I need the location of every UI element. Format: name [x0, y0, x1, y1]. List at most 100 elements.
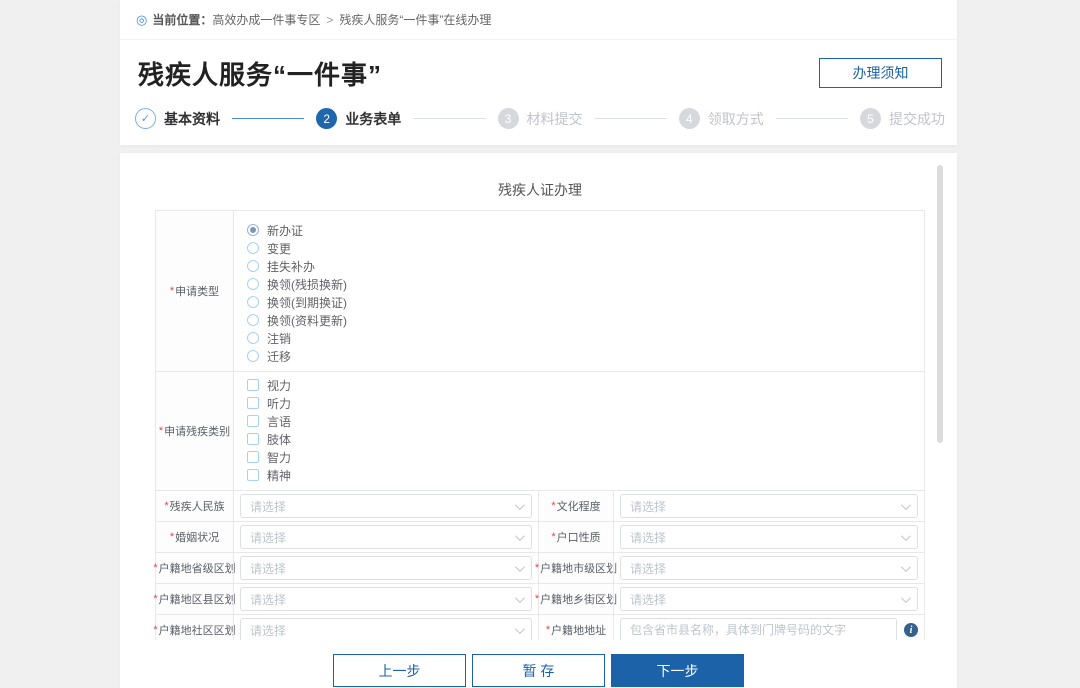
header: ◎ 当前位置： 高效办成一件事专区 > 残疾人服务“一件事”在线办理 残疾人服务… — [120, 0, 957, 145]
radio-option[interactable]: 新办证 — [247, 221, 924, 239]
marital-status-select[interactable]: 请选择 — [240, 525, 532, 549]
field-cell: 请选择 — [613, 491, 924, 521]
step-label: 提交成功 — [889, 109, 945, 129]
radio-option[interactable]: 变更 — [247, 239, 924, 257]
select-placeholder: 请选择 — [250, 529, 286, 546]
checkbox-label: 言语 — [267, 413, 291, 430]
form-table: * 申请类型 新办证 变更 挂失补办 换领(残损换新) 换领(到期换证) 换领(… — [155, 210, 925, 640]
field-label: *户籍地区县区划 — [156, 584, 233, 614]
radio-label: 迁移 — [267, 348, 291, 365]
page: ◎ 当前位置： 高效办成一件事专区 > 残疾人服务“一件事”在线办理 残疾人服务… — [0, 0, 1080, 688]
checkbox-option[interactable]: 肢体 — [247, 430, 924, 448]
field-cell: i — [613, 615, 924, 640]
form-panel: 残疾人证办理 * 申请类型 新办证 变更 挂失补办 — [120, 153, 957, 688]
step-number: 3 — [498, 108, 519, 129]
checkbox-option[interactable]: 听力 — [247, 394, 924, 412]
chevron-down-icon — [901, 531, 911, 541]
required-asterisk: * — [546, 624, 550, 636]
step-connector — [232, 118, 304, 119]
field-label: *户口性质 — [538, 522, 613, 552]
step-label: 基本资料 — [164, 109, 220, 129]
chevron-down-icon — [515, 593, 525, 603]
radio-option[interactable]: 迁移 — [247, 347, 924, 365]
province-select[interactable]: 请选择 — [240, 556, 532, 580]
field-cell: 请选择 — [233, 491, 538, 521]
radio-option[interactable]: 注销 — [247, 329, 924, 347]
step-number: 2 — [316, 108, 337, 129]
step-basic-info: ✓ 基本资料 — [135, 108, 220, 129]
street-select[interactable]: 请选择 — [620, 587, 918, 611]
required-asterisk: * — [159, 425, 163, 437]
step-label: 业务表单 — [345, 109, 401, 129]
radio-option[interactable]: 换领(资料更新) — [247, 311, 924, 329]
ethnicity-select[interactable]: 请选择 — [240, 494, 532, 518]
stepper: ✓ 基本资料 2 业务表单 3 材料提交 4 领取方式 — [120, 98, 957, 145]
address-input[interactable] — [620, 618, 897, 640]
breadcrumb: ◎ 当前位置： 高效办成一件事专区 > 残疾人服务“一件事”在线办理 — [120, 0, 957, 40]
info-icon[interactable]: i — [904, 623, 918, 637]
checkbox-option[interactable]: 言语 — [247, 412, 924, 430]
field-cell: 请选择 — [233, 584, 538, 614]
household-type-select[interactable]: 请选择 — [620, 525, 918, 549]
checkbox-option[interactable]: 精神 — [247, 466, 924, 484]
chevron-down-icon — [515, 531, 525, 541]
step-material-submit: 3 材料提交 — [498, 108, 583, 129]
select-placeholder: 请选择 — [630, 591, 666, 608]
field-label-text: 户籍地市级区划 — [540, 560, 617, 576]
step-pickup-method: 4 领取方式 — [679, 108, 764, 129]
form-row: *残疾人民族 请选择 *文化程度 请选择 — [156, 490, 924, 521]
field-label: * 申请类型 — [156, 211, 233, 371]
field-label: *户籍地省级区划 — [156, 553, 233, 583]
form-row-apply-type: * 申请类型 新办证 变更 挂失补办 换领(残损换新) 换领(到期换证) 换领(… — [156, 211, 924, 371]
step-submit-success: 5 提交成功 — [860, 108, 945, 129]
checkbox-label: 智力 — [267, 449, 291, 466]
radio-group: 新办证 变更 挂失补办 换领(残损换新) 换领(到期换证) 换领(资料更新) 注… — [233, 211, 924, 371]
checkbox-icon — [247, 469, 259, 481]
step-connector — [413, 118, 485, 119]
checkbox-group: 视力 听力 言语 肢体 智力 精神 — [233, 372, 924, 490]
chevron-down-icon — [901, 500, 911, 510]
community-select[interactable]: 请选择 — [240, 618, 532, 640]
breadcrumb-link-zone[interactable]: 高效办成一件事专区 — [212, 11, 320, 28]
checkbox-option[interactable]: 视力 — [247, 376, 924, 394]
field-cell: 请选择 — [613, 553, 924, 583]
radio-option[interactable]: 换领(到期换证) — [247, 293, 924, 311]
field-label-text: 申请类型 — [175, 283, 219, 299]
city-select[interactable]: 请选择 — [620, 556, 918, 580]
checkbox-label: 视力 — [267, 377, 291, 394]
education-select[interactable]: 请选择 — [620, 494, 918, 518]
form-row: *户籍地社区区划 请选择 *户籍地地址 i — [156, 614, 924, 640]
select-placeholder: 请选择 — [630, 529, 666, 546]
field-cell: 请选择 — [233, 553, 538, 583]
field-cell: 请选择 — [233, 522, 538, 552]
radio-icon — [247, 350, 259, 362]
step-number: 4 — [679, 108, 700, 129]
required-asterisk: * — [153, 593, 157, 605]
chevron-down-icon — [901, 562, 911, 572]
scrollbar-thumb[interactable] — [937, 165, 943, 443]
radio-option[interactable]: 换领(残损换新) — [247, 275, 924, 293]
field-label-text: 户籍地社区区划 — [159, 622, 236, 638]
save-draft-button[interactable]: 暂 存 — [472, 654, 605, 687]
step-connector — [595, 118, 667, 119]
radio-icon — [247, 260, 259, 272]
field-label-text: 户籍地地址 — [551, 622, 606, 638]
field-label: *文化程度 — [538, 491, 613, 521]
field-label-text: 文化程度 — [557, 498, 601, 514]
radio-label: 变更 — [267, 240, 291, 257]
next-step-button[interactable]: 下一步 — [611, 654, 744, 687]
required-asterisk: * — [153, 562, 157, 574]
chevron-down-icon — [515, 500, 525, 510]
radio-label: 换领(到期换证) — [267, 294, 347, 311]
checkbox-option[interactable]: 智力 — [247, 448, 924, 466]
field-label-text: 申请残疾类别 — [164, 423, 230, 439]
location-icon: ◎ — [136, 13, 147, 26]
notice-button[interactable]: 办理须知 — [819, 58, 942, 88]
prev-step-button[interactable]: 上一步 — [333, 654, 466, 687]
field-label: *户籍地乡街区划 — [538, 584, 613, 614]
county-select[interactable]: 请选择 — [240, 587, 532, 611]
breadcrumb-link-current[interactable]: 残疾人服务“一件事”在线办理 — [339, 11, 491, 28]
select-placeholder: 请选择 — [250, 591, 286, 608]
field-label-text: 残疾人民族 — [170, 498, 225, 514]
radio-option[interactable]: 挂失补办 — [247, 257, 924, 275]
